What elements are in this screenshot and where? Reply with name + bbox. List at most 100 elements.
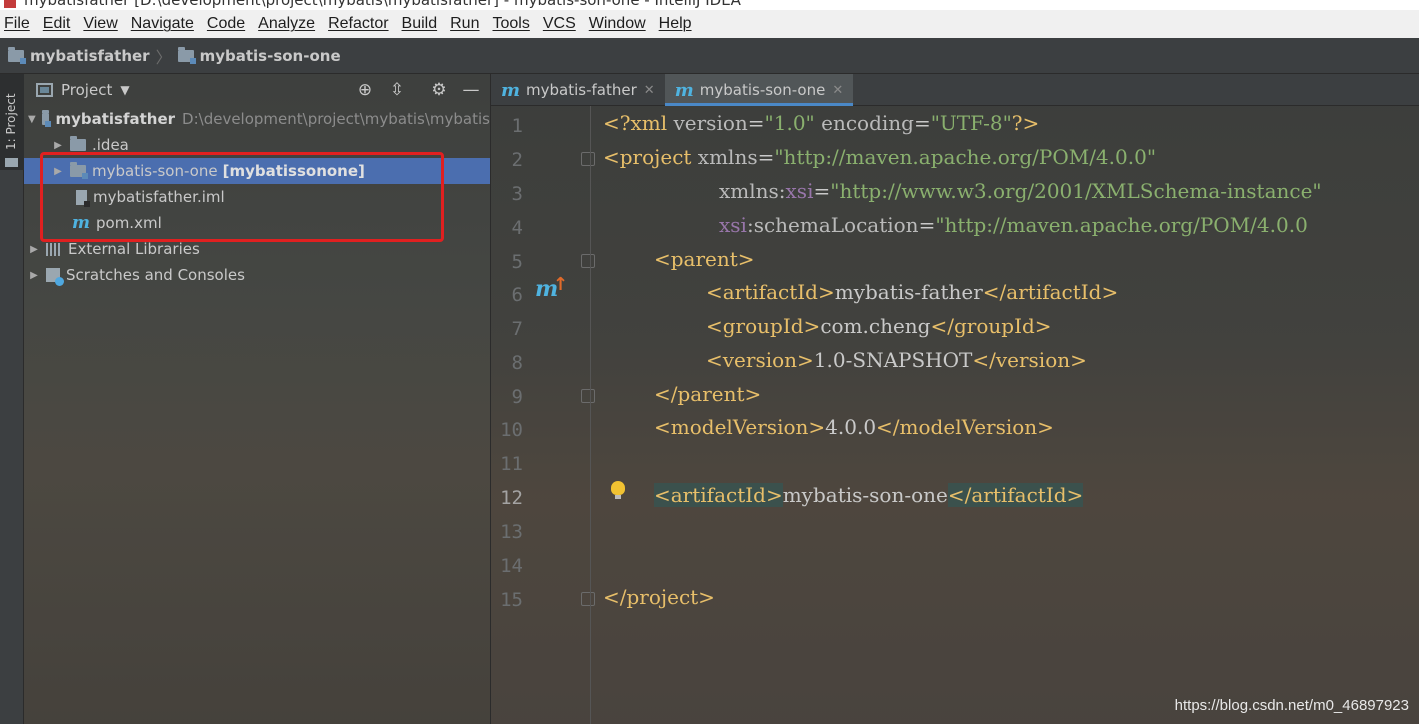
breadcrumb-project[interactable]: mybatisfather bbox=[8, 46, 150, 65]
project-panel-toolbar: Project ▼ ⊕ ⇳ ⚙ — bbox=[24, 74, 490, 106]
collapsed-arrow-icon[interactable]: ▶ bbox=[28, 270, 40, 281]
fold-marker-icon[interactable] bbox=[581, 152, 595, 166]
line-number: 14 bbox=[500, 555, 523, 577]
tree-item-label: mybatisfather.iml bbox=[93, 188, 225, 206]
menu-analyze[interactable]: Analyze bbox=[258, 15, 315, 33]
line-number: 10 bbox=[500, 419, 523, 441]
root-module-path: D:\development\project\mybatis\mybatis bbox=[182, 110, 490, 128]
folder-icon bbox=[70, 136, 86, 151]
line-number: 3 bbox=[511, 183, 523, 205]
menu-run[interactable]: Run bbox=[450, 15, 479, 33]
menu-bar: File Edit View Navigate Code Analyze Ref… bbox=[0, 10, 1419, 38]
fold-marker-icon[interactable] bbox=[581, 254, 595, 268]
tab-mybatis-father[interactable]: m mybatis-father ✕ bbox=[491, 74, 665, 106]
tree-item-mybatis-son-one[interactable]: ▶ mybatis-son-one [mybatissonone] bbox=[24, 158, 490, 184]
collapsed-arrow-icon[interactable]: ▶ bbox=[52, 166, 64, 177]
close-icon[interactable]: ✕ bbox=[832, 83, 843, 98]
gear-icon[interactable]: ⚙ bbox=[428, 79, 450, 101]
breadcrumb-separator: 〉 bbox=[155, 47, 172, 67]
expanded-arrow-icon[interactable]: ▼ bbox=[28, 114, 36, 125]
breadcrumb-module[interactable]: mybatis-son-one bbox=[177, 46, 341, 65]
editor-tabs: m mybatis-father ✕ m mybatis-son-one ✕ bbox=[491, 74, 1419, 106]
code-line-3: xmlns:xsi="http://www.w3.org/2001/XMLSch… bbox=[719, 179, 1322, 203]
locate-file-icon[interactable]: ⊕ bbox=[354, 79, 376, 101]
root-module-name: mybatisfather bbox=[55, 110, 176, 128]
project-tool-tab-label: 1: Project bbox=[4, 93, 18, 150]
tree-item-label: External Libraries bbox=[68, 240, 200, 258]
line-number: 5 bbox=[511, 251, 523, 273]
tree-item-label: Scratches and Consoles bbox=[66, 266, 245, 284]
fold-marker-icon[interactable] bbox=[581, 389, 595, 403]
maven-file-icon: m bbox=[501, 79, 521, 101]
line-number: 9 bbox=[511, 386, 523, 408]
fold-marker-icon[interactable] bbox=[581, 592, 595, 606]
line-number: 6 bbox=[511, 284, 523, 306]
close-icon[interactable]: ✕ bbox=[644, 83, 655, 98]
line-number: 4 bbox=[511, 217, 523, 239]
folder-icon bbox=[5, 158, 18, 167]
tab-label: mybatis-father bbox=[526, 81, 637, 99]
tree-item-external-libraries[interactable]: ▶ External Libraries bbox=[24, 236, 490, 262]
menu-navigate[interactable]: Navigate bbox=[131, 15, 194, 33]
code-line-8: <version>1.0-SNAPSHOT</version> bbox=[706, 348, 1087, 372]
tree-item-idea[interactable]: ▶ .idea bbox=[24, 132, 490, 158]
menu-view[interactable]: View bbox=[83, 15, 117, 33]
breadcrumb-label: mybatisfather bbox=[30, 46, 150, 65]
tool-window-strip: 1: Project bbox=[0, 74, 24, 724]
code-line-9: </parent> bbox=[654, 382, 762, 406]
code-line-6: <artifactId>mybatis-father</artifactId> bbox=[706, 280, 1119, 304]
menu-file[interactable]: File bbox=[4, 15, 30, 33]
code-line-1: <?xml version="1.0" encoding="UTF-8"?> bbox=[603, 111, 1040, 135]
maven-file-icon: m bbox=[674, 79, 694, 101]
watermark: https://blog.csdn.net/m0_46897923 bbox=[1174, 697, 1409, 714]
tree-item-scratches[interactable]: ▶ Scratches and Consoles bbox=[24, 262, 490, 288]
menu-help[interactable]: Help bbox=[659, 15, 692, 33]
menu-code[interactable]: Code bbox=[207, 15, 245, 33]
tree-item-label: pom.xml bbox=[96, 214, 162, 232]
iml-file-icon bbox=[76, 189, 90, 207]
editor-gutter: 1 2 3 4 5 6 7 8 9 10 11 12 13 14 15 m ↑ bbox=[491, 106, 595, 724]
menu-vcs[interactable]: VCS bbox=[543, 15, 576, 33]
project-tool-tab[interactable]: 1: Project bbox=[0, 74, 24, 170]
project-folder-icon bbox=[8, 46, 26, 64]
maven-parent-gutter-icon[interactable]: m ↑ bbox=[535, 274, 568, 302]
collapsed-arrow-icon[interactable]: ▶ bbox=[52, 140, 64, 151]
code-line-4: xsi:schemaLocation="http://maven.apache.… bbox=[719, 213, 1308, 237]
menu-build[interactable]: Build bbox=[402, 15, 438, 33]
maven-file-icon: m bbox=[72, 213, 90, 233]
menu-tools[interactable]: Tools bbox=[492, 15, 529, 33]
module-name-tag: [mybatissonone] bbox=[222, 162, 365, 180]
line-number: 11 bbox=[500, 453, 523, 475]
code-line-12: <artifactId>mybatis-son-one</artifactId> bbox=[654, 483, 1084, 507]
line-number: 7 bbox=[511, 318, 523, 340]
title-bar: mybatisfather [D:\development\project\my… bbox=[0, 0, 1419, 10]
navigation-bar: mybatisfather 〉 mybatis-son-one bbox=[0, 38, 1419, 74]
tree-item-pom[interactable]: m pom.xml bbox=[24, 210, 490, 236]
tab-mybatis-son-one[interactable]: m mybatis-son-one ✕ bbox=[664, 74, 854, 106]
menu-edit[interactable]: Edit bbox=[43, 15, 71, 33]
tree-item-label: .idea bbox=[92, 136, 129, 154]
tree-item-root[interactable]: ▼ mybatisfather D:\development\project\m… bbox=[24, 106, 490, 132]
editor-area: m mybatis-father ✕ m mybatis-son-one ✕ 1… bbox=[490, 74, 1419, 724]
line-number-current: 12 bbox=[500, 487, 523, 509]
collapse-all-icon[interactable]: ⇳ bbox=[386, 79, 408, 101]
project-view-selector[interactable]: Project bbox=[61, 81, 112, 99]
tree-item-iml[interactable]: mybatisfather.iml bbox=[24, 184, 490, 210]
code-line-15: </project> bbox=[603, 585, 715, 609]
code-line-10: <modelVersion>4.0.0</modelVersion> bbox=[654, 415, 1054, 439]
collapsed-arrow-icon[interactable]: ▶ bbox=[28, 244, 40, 255]
hide-panel-icon[interactable]: — bbox=[460, 79, 482, 101]
line-number: 2 bbox=[511, 149, 523, 171]
project-view-icon bbox=[36, 83, 53, 97]
project-panel: Project ▼ ⊕ ⇳ ⚙ — ▼ mybatisfather D:\dev… bbox=[24, 74, 490, 724]
menu-refactor[interactable]: Refactor bbox=[328, 15, 388, 33]
code-area[interactable]: <?xml version="1.0" encoding="UTF-8"?> <… bbox=[603, 106, 1419, 724]
breadcrumb-label: mybatis-son-one bbox=[199, 46, 341, 65]
intellij-app-icon bbox=[4, 0, 16, 8]
dropdown-caret-icon[interactable]: ▼ bbox=[120, 83, 129, 97]
module-folder-icon bbox=[177, 46, 196, 64]
menu-window[interactable]: Window bbox=[589, 15, 646, 33]
line-number: 15 bbox=[500, 589, 523, 611]
scratches-icon bbox=[46, 268, 64, 286]
line-number: 13 bbox=[500, 521, 523, 543]
